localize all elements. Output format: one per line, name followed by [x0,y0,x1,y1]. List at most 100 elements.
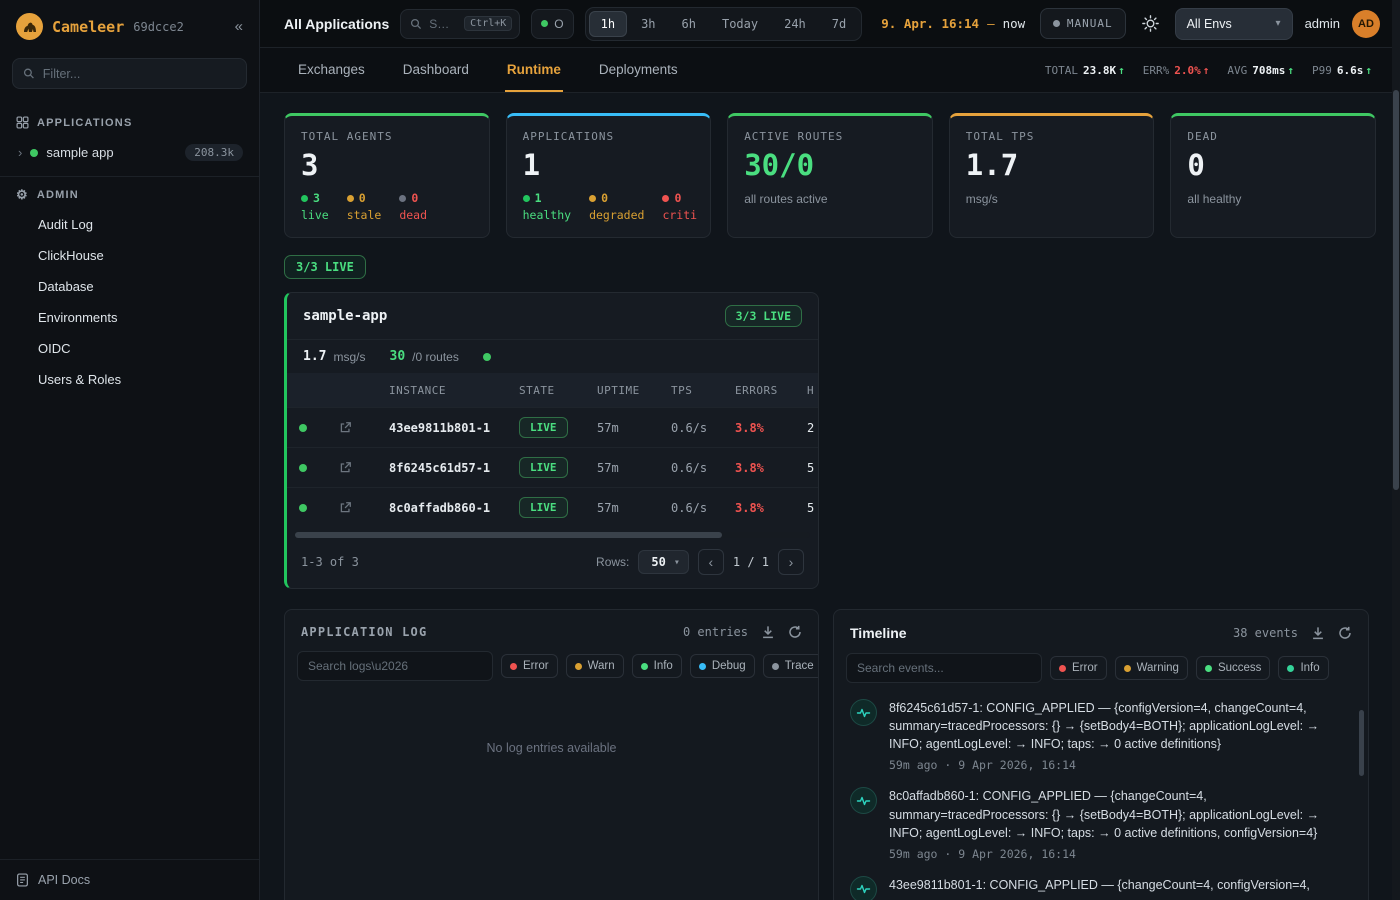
api-docs-link[interactable]: API Docs [0,859,259,900]
range-7d[interactable]: 7d [820,11,858,37]
message-count-badge: 208.3k [185,144,243,161]
row-range-label: 1-3 of 3 [301,555,359,569]
stat-avg: AVG708ms↑ [1227,64,1294,77]
warn-dot [575,663,582,670]
refresh-icon[interactable] [788,625,802,639]
bottom-panels: APPLICATION LOG 0 entries Error Warn Inf… [284,609,1376,900]
time-window[interactable]: 9. Apr. 16:14 — now [881,16,1025,31]
sidebar-item-sample-app[interactable]: › sample app 208.3k [0,137,259,168]
timeline-title: Timeline [850,625,907,641]
env-select[interactable]: All Envs ▾ [1175,8,1293,40]
env-select-value: All Envs [1187,17,1232,31]
boxes-icon [16,116,29,129]
trend-up-icon: ↑ [1365,64,1372,77]
log-filter-warn[interactable]: Warn [566,654,624,678]
page-scrollbar-thumb[interactable] [1393,90,1399,490]
stat-p99: P996.6s↑ [1312,64,1372,77]
external-link-icon[interactable] [339,461,352,474]
summary-stats: TOTAL23.8K↑ ERR%2.0%↑ AVG708ms↑ P996.6s↑ [1045,48,1372,92]
timeline-filter-error[interactable]: Error [1050,656,1107,680]
timeline-event[interactable]: 8c0affadb860-1: CONFIG_APPLIED — {change… [850,787,1350,860]
timeline-filter-warning[interactable]: Warning [1115,656,1188,680]
rows-per-page-select[interactable]: 50 ▾ [638,550,688,574]
timeline-filter-info[interactable]: Info [1278,656,1328,680]
time-from: 9. Apr. 16:14 [881,16,979,31]
log-empty-state: No log entries available [285,693,818,803]
timeline-event[interactable]: 43ee9811b801-1: CONFIG_APPLIED — {change… [850,876,1350,900]
applications-section-header: APPLICATIONS [0,105,259,137]
range-1h[interactable]: 1h [589,11,627,37]
horizontal-scrollbar [295,532,810,538]
download-icon[interactable] [761,625,775,639]
tab-runtime[interactable]: Runtime [505,48,563,92]
tab-exchanges[interactable]: Exchanges [296,48,367,92]
substat-live: 3 live [301,190,329,225]
range-24h[interactable]: 24h [772,11,818,37]
theme-toggle-button[interactable] [1138,11,1163,36]
substat-critical: 0 criti [662,190,697,225]
healthy-dot [523,195,530,202]
applications-section-label: APPLICATIONS [37,117,132,129]
stale-dot [347,195,354,202]
live-summary-badge: 3/3 LIVE [284,255,366,279]
timeline-search-input[interactable] [846,653,1042,683]
range-6h[interactable]: 6h [670,11,708,37]
chevron-down-icon: ▾ [674,557,680,568]
connection-status-pill[interactable]: O [531,9,573,39]
timeline-scrollbar-thumb[interactable] [1359,710,1364,776]
timeline-event[interactable]: 8f6245c61d57-1: CONFIG_APPLIED — {config… [850,699,1350,772]
sidebar-item-database[interactable]: Database [0,271,259,302]
scrollbar-thumb[interactable] [295,532,722,538]
refresh-icon[interactable] [1338,626,1352,640]
log-filter-debug[interactable]: Debug [690,654,755,678]
admin-section-header: ⚙ ADMIN [0,176,259,209]
shortcut-hint: Ctrl+K [464,16,512,31]
substat-healthy: 1 healthy [523,190,571,225]
external-link-icon[interactable] [339,501,352,514]
refresh-mode-button[interactable]: MANUAL [1040,8,1126,39]
app-health-dot [483,353,491,361]
sidebar-collapse-button[interactable]: « [235,18,243,35]
sun-icon [1142,15,1159,32]
page-scrollbar[interactable] [1392,0,1400,900]
external-link-icon[interactable] [339,421,352,434]
activity-icon [850,876,877,900]
refresh-mode-label: MANUAL [1067,17,1113,30]
sidebar-item-oidc[interactable]: OIDC [0,333,259,364]
search-placeholder: S… [429,17,457,31]
range-3h[interactable]: 3h [629,11,667,37]
sidebar-item-clickhouse[interactable]: ClickHouse [0,240,259,271]
next-page-button[interactable]: › [778,549,804,575]
table-row[interactable]: 8c0affadb860-1 LIVE 57m 0.6/s 3.8% 5 [287,487,818,527]
tab-dashboard[interactable]: Dashboard [401,48,471,92]
trend-up-icon: ↑ [1287,64,1294,77]
download-icon[interactable] [1311,626,1325,640]
filter-input[interactable] [43,67,236,81]
sidebar-item-environments[interactable]: Environments [0,302,259,333]
sidebar-item-users-roles[interactable]: Users & Roles [0,364,259,395]
range-today[interactable]: Today [710,11,770,37]
chevron-right-icon[interactable]: › [18,145,22,160]
degraded-dot [589,195,596,202]
log-search-input[interactable] [297,651,493,681]
content: TOTAL AGENTS 3 3 live 0 stale 0 dead [260,93,1400,900]
avatar[interactable]: AD [1352,10,1380,38]
log-filter-trace[interactable]: Trace [763,654,819,678]
log-filter-info[interactable]: Info [632,654,682,678]
filter-field[interactable] [12,58,247,89]
debug-dot [699,663,706,670]
timeline-events: 8f6245c61d57-1: CONFIG_APPLIED — {config… [834,695,1368,900]
table-row[interactable]: 8f6245c61d57-1 LIVE 57m 0.6/s 3.8% 5 [287,447,818,487]
sidebar-item-audit-log[interactable]: Audit Log [0,209,259,240]
tab-deployments[interactable]: Deployments [597,48,680,92]
global-search[interactable]: S… Ctrl+K [400,9,520,39]
log-filter-error[interactable]: Error [501,654,558,678]
stat-total: TOTAL23.8K↑ [1045,64,1125,77]
table-row[interactable]: 43ee9811b801-1 LIVE 57m 0.6/s 3.8% 2 [287,407,818,447]
info-dot [1287,665,1294,672]
routes-suffix: /0 routes [412,350,459,364]
prev-page-button[interactable]: ‹ [698,549,724,575]
timeline-filter-success[interactable]: Success [1196,656,1270,680]
trend-up-icon: ↑ [1118,64,1125,77]
application-card-sample-app: sample-app 3/3 LIVE 1.7 msg/s 30 /0 rout… [284,292,819,589]
